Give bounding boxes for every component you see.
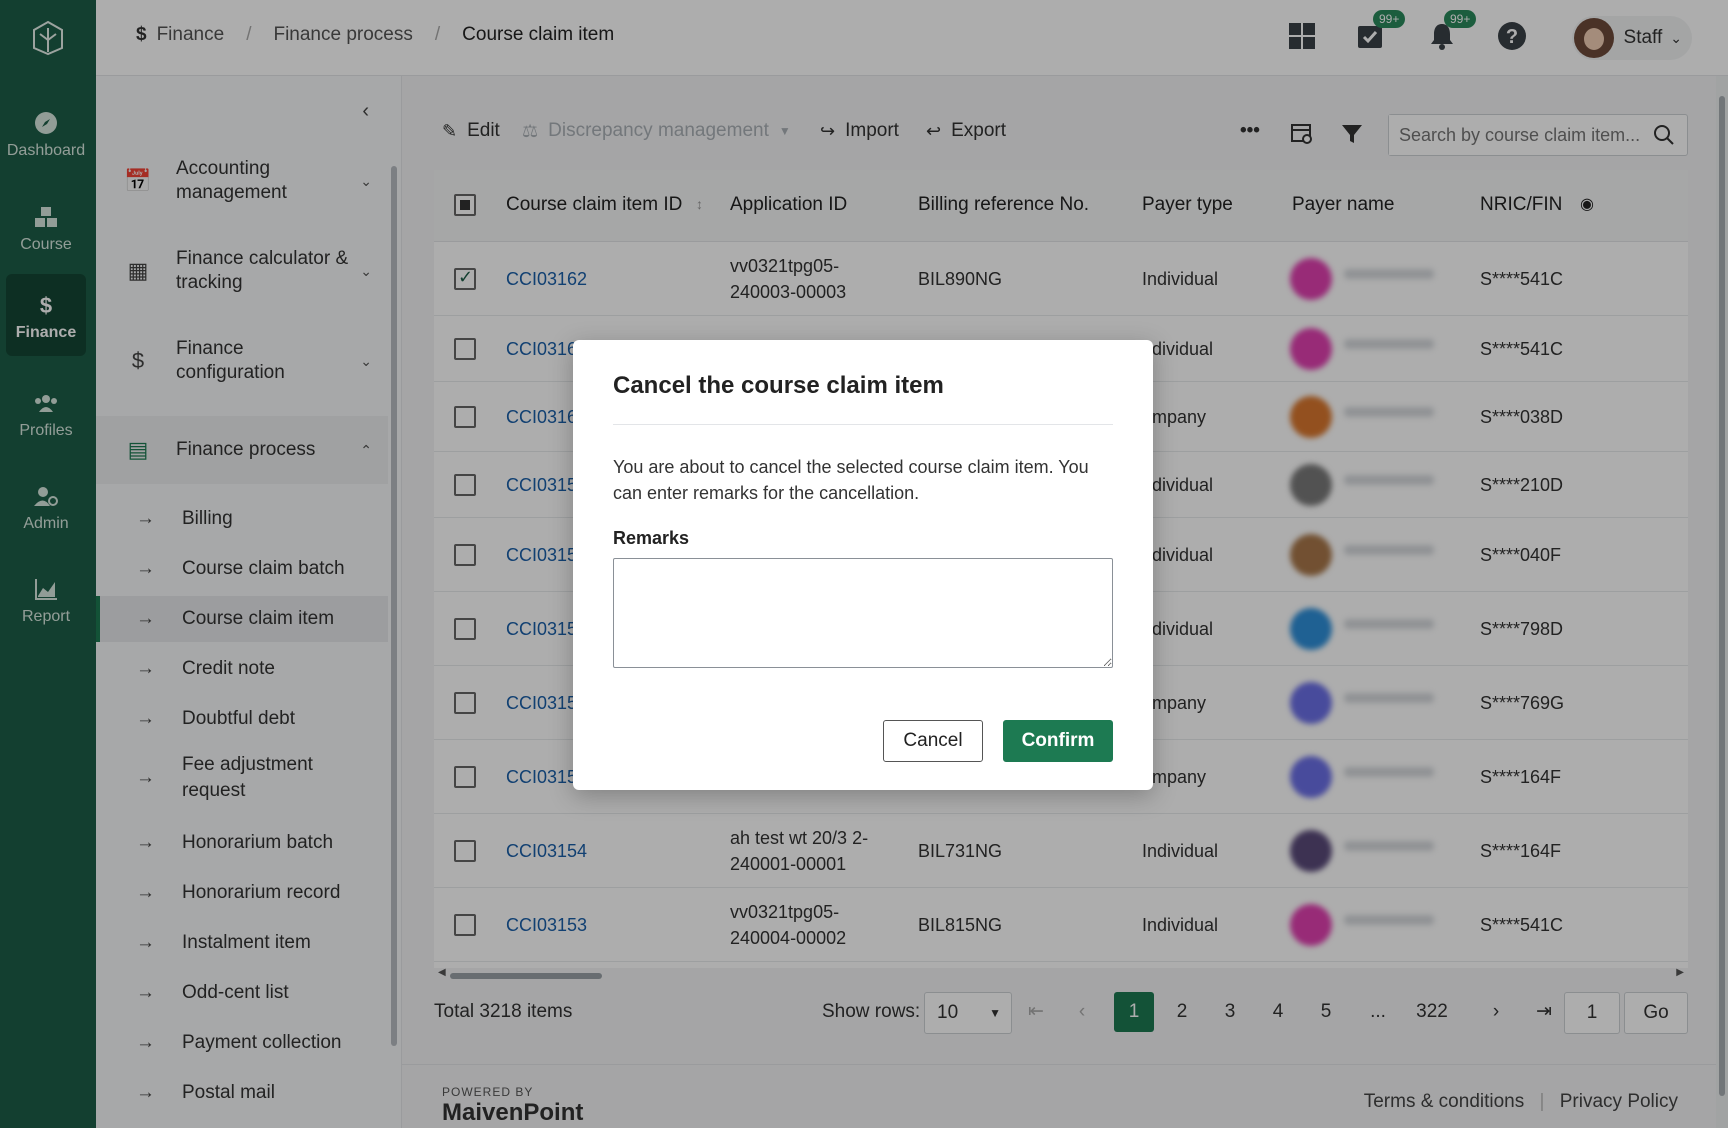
- dialog-description: You are about to cancel the selected cou…: [613, 457, 1089, 503]
- confirm-button[interactable]: Confirm: [1003, 720, 1113, 762]
- cancel-claim-dialog: Cancel the course claim item You are abo…: [573, 340, 1153, 790]
- remarks-label: Remarks: [613, 528, 690, 548]
- remarks-textarea[interactable]: [613, 558, 1113, 668]
- dialog-divider: [613, 424, 1113, 425]
- dialog-title: Cancel the course claim item: [613, 372, 944, 399]
- cancel-button[interactable]: Cancel: [883, 720, 983, 762]
